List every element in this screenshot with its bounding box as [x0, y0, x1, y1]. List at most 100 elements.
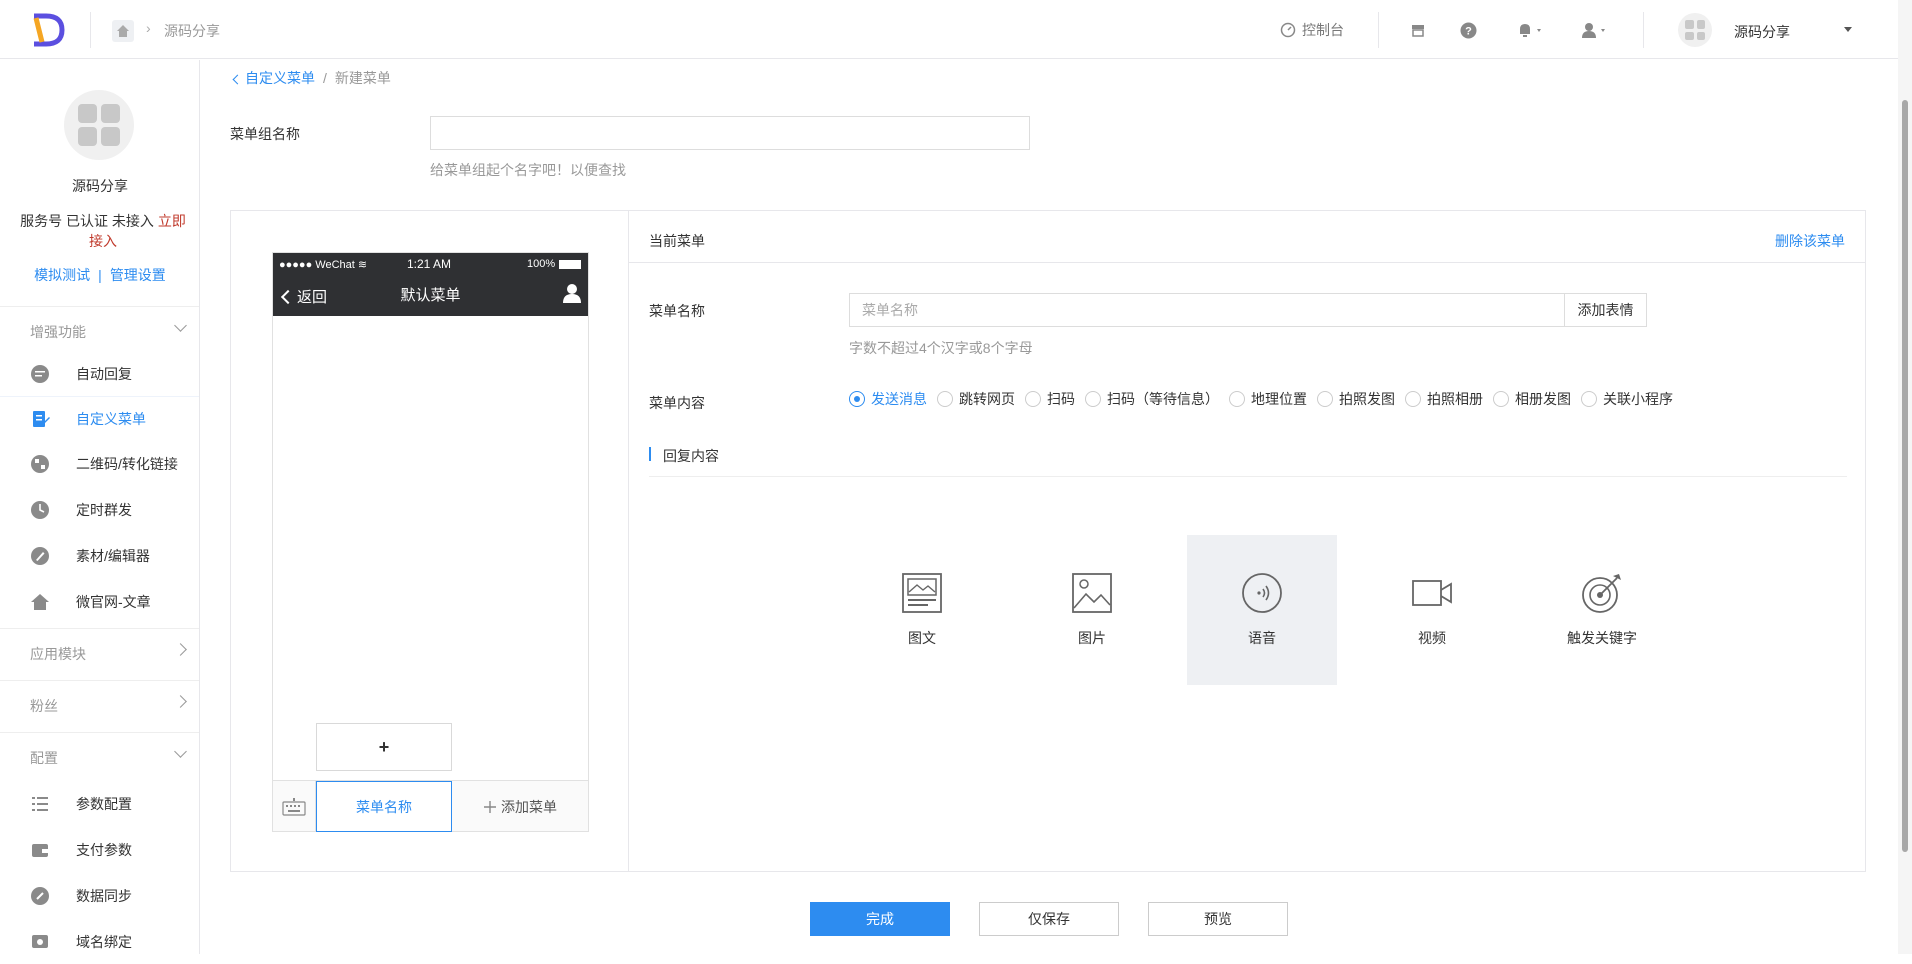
chevron-right-icon	[174, 695, 187, 708]
reply-type-image[interactable]: 图片	[1017, 535, 1167, 685]
reply-type-list: 图文 图片 语音 视频 触发关键字	[847, 535, 1697, 685]
radio-dot[interactable]	[1405, 391, 1421, 407]
radio-open-url[interactable]: 跳转网页	[937, 389, 1015, 409]
help-icon[interactable]: ?	[1458, 20, 1478, 40]
battery-icon	[559, 259, 582, 269]
radio-album-send[interactable]: 相册发图	[1493, 389, 1571, 409]
radio-dot[interactable]	[937, 391, 953, 407]
console-link[interactable]: 控制台	[1280, 0, 1344, 59]
radio-dot[interactable]	[1317, 391, 1333, 407]
sidebar-item-label: 支付参数	[76, 842, 132, 858]
sidebar-item-data-sync[interactable]: 数据同步	[0, 874, 199, 918]
radio-location[interactable]: 地理位置	[1229, 389, 1307, 409]
sidebar-item-params[interactable]: 参数配置	[0, 782, 199, 826]
section-config[interactable]: 配置	[0, 732, 199, 782]
video-icon	[1412, 580, 1452, 606]
sidebar-item-label: 自定义菜单	[76, 410, 146, 427]
dashboard-icon	[1280, 22, 1296, 37]
keyboard-icon[interactable]	[273, 781, 316, 832]
phone-menu-bar: 菜单名称 添加菜单	[273, 780, 588, 832]
divider	[90, 12, 91, 48]
settings-header: 当前菜单 删除该菜单	[629, 211, 1865, 263]
radio-dot[interactable]	[1581, 391, 1597, 407]
status-battery: 100%	[527, 258, 582, 270]
plus-icon	[484, 800, 496, 813]
radio-label: 拍照发图	[1339, 391, 1395, 407]
account-avatar[interactable]	[1678, 13, 1712, 47]
sidebar-item-micro-site[interactable]: 微官网-文章	[0, 580, 199, 624]
sidebar-item-custom-menu[interactable]: 自定义菜单	[0, 396, 199, 440]
console-label: 控制台	[1302, 21, 1344, 38]
scrollbar-thumb[interactable]	[1902, 100, 1908, 852]
menu-content-label: 菜单内容	[649, 395, 705, 411]
save-only-button[interactable]: 仅保存	[979, 902, 1119, 936]
wallet-icon	[32, 844, 48, 857]
store-icon[interactable]	[1408, 20, 1428, 40]
section-enhanced[interactable]: 增强功能	[0, 306, 199, 356]
account-name[interactable]: 源码分享	[1734, 22, 1790, 42]
news-icon	[902, 573, 942, 613]
sidebar-item-scheduled-send[interactable]: 定时群发	[0, 488, 199, 532]
radio-scan-wait[interactable]: 扫码（等待信息）	[1085, 389, 1219, 409]
section-label: 粉丝	[30, 697, 58, 714]
top-breadcrumb[interactable]: 源码分享	[164, 21, 220, 41]
sidebar-item-auto-reply[interactable]: 自动回复	[0, 352, 199, 396]
phone-menu-item[interactable]: 菜单名称	[316, 781, 452, 832]
breadcrumb-separator: /	[323, 70, 327, 86]
delete-menu-link[interactable]: 删除该菜单	[1775, 231, 1845, 251]
reply-type-label: 语音	[1248, 630, 1276, 646]
radio-scan[interactable]: 扫码	[1025, 389, 1075, 409]
menu-name-input[interactable]	[849, 293, 1565, 327]
radio-label: 发送消息	[871, 391, 927, 407]
radio-dot[interactable]	[849, 391, 865, 407]
radio-dot[interactable]	[1085, 391, 1101, 407]
add-emoji-button[interactable]: 添加表情	[1565, 293, 1647, 327]
edit-doc-icon	[33, 411, 50, 427]
sidebar-item-qrcode[interactable]: 二维码/转化链接	[0, 442, 199, 486]
status-carrier: ●●●●● WeChat ≋	[279, 259, 368, 271]
section-app-modules[interactable]: 应用模块	[0, 628, 199, 678]
radio-dot[interactable]	[1493, 391, 1509, 407]
chevron-down-icon[interactable]	[1844, 27, 1852, 32]
chevron-down-icon	[174, 745, 187, 758]
account-avatar-large	[64, 90, 134, 160]
done-button[interactable]: 完成	[810, 902, 950, 936]
sidebar-item-material-editor[interactable]: 素材/编辑器	[0, 534, 199, 578]
reply-type-news[interactable]: 图文	[847, 535, 997, 685]
home-icon[interactable]	[112, 20, 134, 42]
link-icon	[31, 887, 49, 905]
radio-send-message[interactable]: 发送消息	[849, 389, 927, 409]
user-icon[interactable]	[1578, 20, 1614, 40]
section-fans[interactable]: 粉丝	[0, 680, 199, 730]
group-name-input[interactable]	[430, 116, 1030, 150]
radio-photo-album[interactable]: 拍照相册	[1405, 389, 1483, 409]
breadcrumb-back-label: 自定义菜单	[245, 70, 315, 86]
sidebar: 源码分享 服务号 已认证 未接入 立即接入 模拟测试 | 管理设置 增强功能 自动回…	[0, 60, 200, 954]
divider	[1378, 12, 1379, 48]
sidebar-item-payment[interactable]: 支付参数	[0, 828, 199, 872]
breadcrumb-back[interactable]: 自定义菜单	[232, 68, 315, 88]
notification-bell-icon[interactable]	[1514, 20, 1550, 40]
add-menu-button[interactable]: 添加菜单	[452, 781, 588, 832]
chevron-down-icon	[174, 319, 187, 332]
simulate-test-link[interactable]: 模拟测试	[34, 267, 90, 283]
reply-type-keyword[interactable]: 触发关键字	[1527, 535, 1677, 685]
radio-dot[interactable]	[1025, 391, 1041, 407]
sidebar-item-label: 自动回复	[76, 366, 132, 382]
logo-icon[interactable]	[28, 12, 68, 48]
reply-type-voice[interactable]: 语音	[1187, 535, 1337, 685]
radio-take-photo[interactable]: 拍照发图	[1317, 389, 1395, 409]
group-name-label: 菜单组名称	[230, 126, 300, 142]
radio-label: 跳转网页	[959, 391, 1015, 407]
add-submenu-button[interactable]: +	[316, 723, 452, 771]
account-status-text: 服务号 已认证 未接入	[20, 213, 158, 229]
radio-dot[interactable]	[1229, 391, 1245, 407]
radio-mini-program[interactable]: 关联小程序	[1581, 389, 1673, 409]
manage-settings-link[interactable]: 管理设置	[110, 267, 166, 283]
reply-type-label: 图文	[908, 630, 936, 646]
reply-type-video[interactable]: 视频	[1357, 535, 1507, 685]
preview-button[interactable]: 预览	[1148, 902, 1288, 936]
sidebar-item-label: 定时群发	[76, 502, 132, 518]
menu-editor: ●●●●● WeChat ≋ 1:21 AM 100% 返回 默认菜单 + 菜单…	[230, 210, 1866, 872]
sidebar-item-domain[interactable]: 域名绑定	[0, 920, 199, 964]
